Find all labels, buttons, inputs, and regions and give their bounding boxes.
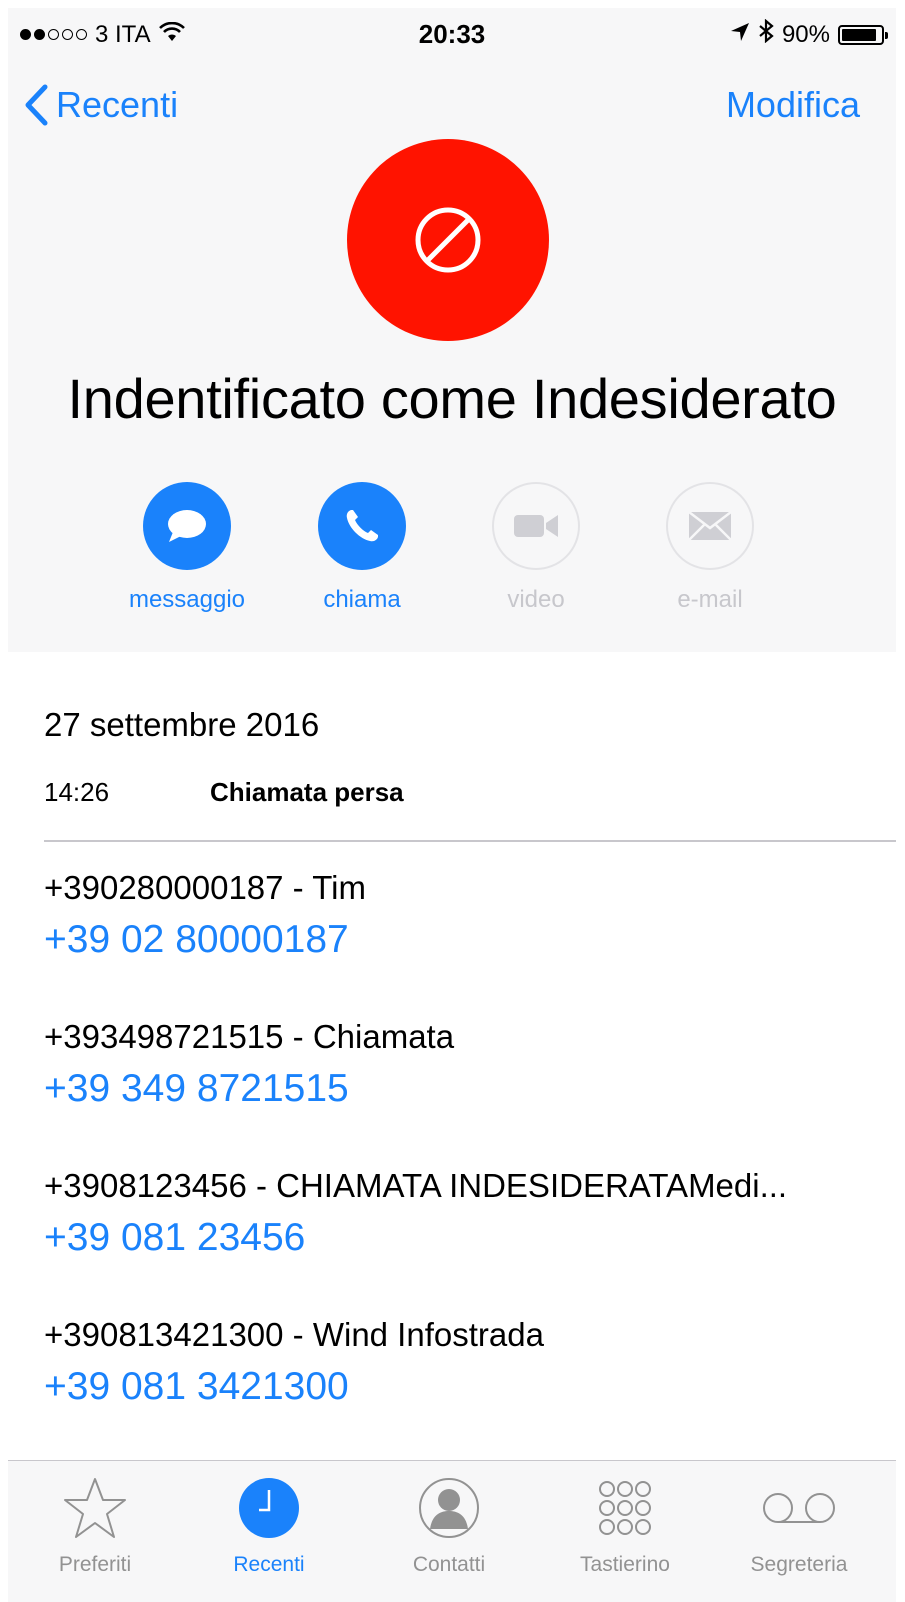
battery-percentage: 90% xyxy=(781,20,830,48)
message-icon xyxy=(168,510,206,542)
phone-number-link[interactable]: +39 349 8721515 xyxy=(44,1063,896,1115)
phone-entry-label: +393498721515 - Chiamata xyxy=(44,1018,455,1055)
tab-label: Contatti xyxy=(412,1553,486,1576)
tab-label: Segreteria xyxy=(750,1553,848,1576)
status-bar: 3 ITA 20:33 90% xyxy=(8,8,896,58)
battery-icon xyxy=(838,24,888,45)
location-arrow-icon xyxy=(730,21,750,49)
tab-tastierino[interactable]: Tastierino xyxy=(550,1473,700,1577)
call-action-label: chiama xyxy=(323,586,401,613)
phone-entry: +390813421300 - Wind Infostrada +39 081 … xyxy=(44,1315,896,1464)
mail-icon xyxy=(688,511,732,541)
phone-number-link[interactable]: +39 081 23456 xyxy=(44,1212,896,1264)
phone-entry-label: +3908123456 - CHIAMATA INDESIDERATAMedi.… xyxy=(44,1167,788,1204)
contact-avatar xyxy=(347,139,549,341)
voicemail-icon xyxy=(763,1493,835,1523)
call-time: 14:26 xyxy=(44,777,110,807)
phone-screen: 3 ITA 20:33 90% Recenti Modifica Indenti… xyxy=(8,8,896,1602)
tab-label: Recenti xyxy=(233,1553,305,1576)
status-right: 90% xyxy=(730,18,888,50)
message-action-label: messaggio xyxy=(128,586,246,613)
tab-bar: Preferiti Recenti Contatti Tastierino Se… xyxy=(8,1460,896,1602)
contact-title: Indentificato come Indesiderato xyxy=(67,367,837,430)
call-action-button[interactable]: chiama xyxy=(292,482,432,614)
tab-preferiti[interactable]: Preferiti xyxy=(20,1473,170,1577)
tab-contatti[interactable]: Contatti xyxy=(374,1473,524,1577)
phone-icon xyxy=(346,510,378,542)
video-action-button[interactable]: video xyxy=(466,482,606,614)
phone-entry: +390280000187 - Tim +39 02 80000187 xyxy=(44,868,896,1017)
email-action-button[interactable]: e-mail xyxy=(640,482,780,614)
phone-number-link[interactable]: +39 081 3421300 xyxy=(44,1361,896,1413)
blocked-icon xyxy=(415,207,481,273)
phone-entry-label: +390813421300 - Wind Infostrada xyxy=(44,1316,544,1353)
contact-actions: messaggio chiama video e-mail xyxy=(8,482,896,632)
video-action-label: video xyxy=(507,586,565,613)
section-divider xyxy=(44,840,896,842)
person-icon xyxy=(419,1478,479,1538)
bluetooth-icon xyxy=(758,18,774,50)
tab-segreteria[interactable]: Segreteria xyxy=(724,1473,874,1577)
back-label: Recenti xyxy=(56,84,179,125)
tab-label: Preferiti xyxy=(58,1553,132,1576)
tab-recenti[interactable]: Recenti xyxy=(194,1473,344,1577)
edit-button[interactable]: Modifica xyxy=(726,84,860,126)
keypad-icon xyxy=(599,1481,651,1535)
email-action-label: e-mail xyxy=(677,586,743,613)
phone-entry: +3908123456 - CHIAMATA INDESIDERATAMedi.… xyxy=(44,1166,896,1315)
call-status: Chiamata persa xyxy=(210,777,404,807)
video-icon xyxy=(514,515,558,537)
call-date: 27 settembre 2016 xyxy=(44,706,320,743)
phone-number-link[interactable]: +39 02 80000187 xyxy=(44,914,896,966)
call-entry: 14:26 Chiamata persa xyxy=(44,777,404,808)
tab-label: Tastierino xyxy=(580,1553,670,1576)
phone-number-list: +390280000187 - Tim +39 02 80000187 +393… xyxy=(44,868,896,1464)
back-button[interactable]: Recenti xyxy=(24,84,178,126)
contact-header: 3 ITA 20:33 90% Recenti Modifica Indenti… xyxy=(8,8,896,652)
phone-entry: +393498721515 - Chiamata +39 349 8721515 xyxy=(44,1017,896,1166)
phone-entry-label: +390280000187 - Tim xyxy=(44,869,366,906)
message-action-button[interactable]: messaggio xyxy=(117,482,257,614)
chevron-left-icon xyxy=(25,84,48,126)
star-icon xyxy=(64,1478,126,1538)
clock-icon xyxy=(239,1478,299,1538)
